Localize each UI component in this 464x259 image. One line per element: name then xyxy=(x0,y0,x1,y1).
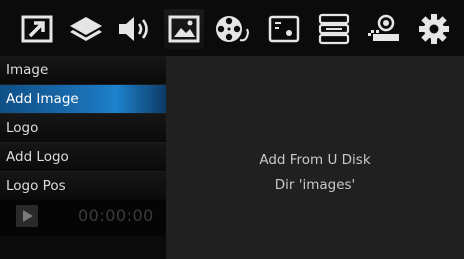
menu-item-add-logo[interactable]: Add Logo xyxy=(0,143,166,172)
menu-item-logo[interactable]: Logo xyxy=(0,114,166,143)
speaker-icon[interactable] xyxy=(114,9,154,49)
play-icon[interactable] xyxy=(16,205,38,227)
network-icon[interactable] xyxy=(364,9,404,49)
layers-icon[interactable] xyxy=(66,9,106,49)
device-screen: Image Add Image Logo Add Logo Logo Pos 0… xyxy=(0,0,464,259)
expand-icon[interactable] xyxy=(18,9,58,49)
content-panel: Add From U Disk Dir 'images' xyxy=(166,56,464,259)
top-toolbar xyxy=(0,0,464,58)
display-settings-icon[interactable] xyxy=(264,9,304,49)
message-line-1: Add From U Disk xyxy=(259,152,371,168)
menu-item-logo-pos[interactable]: Logo Pos xyxy=(0,172,166,201)
storage-icon[interactable] xyxy=(314,9,354,49)
message-line-2: Dir 'images' xyxy=(274,177,356,193)
gear-icon[interactable] xyxy=(414,9,454,49)
menu-item-add-image[interactable]: Add Image xyxy=(0,85,166,114)
menu-footer xyxy=(0,236,166,259)
menu-item-image[interactable]: Image xyxy=(0,56,166,85)
film-reel-icon[interactable] xyxy=(214,9,254,49)
image-icon[interactable] xyxy=(164,9,204,49)
playback-bar: 00:00:00 xyxy=(0,200,166,236)
playback-time: 00:00:00 xyxy=(78,206,154,225)
